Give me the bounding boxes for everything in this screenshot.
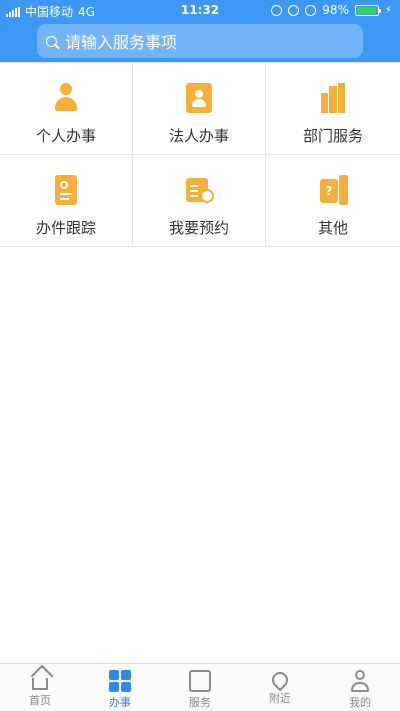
search-icon: [46, 35, 57, 47]
service-label: 办件跟踪: [35, 219, 96, 237]
service-department[interactable]: 部门服务: [266, 63, 400, 155]
other-icon: ?: [320, 175, 348, 205]
status-right: 98% ⚡: [271, 3, 392, 17]
tab-label: 服务: [189, 696, 211, 709]
legal-person-icon: [186, 83, 212, 113]
user-icon: [349, 670, 371, 692]
search-placeholder: 请输入服务事项: [65, 33, 178, 52]
calendar-icon: [186, 175, 214, 205]
tab-nearby[interactable]: 附近: [240, 664, 320, 711]
status-bar: 中国移动 4G 11:32 98% ⚡: [0, 0, 400, 20]
tracking-icon: [53, 175, 79, 205]
tab-service[interactable]: 服务: [160, 664, 240, 711]
service-personal[interactable]: 个人办事: [0, 63, 133, 155]
tab-label: 我的: [349, 696, 371, 709]
lock-rotation-icon: [271, 4, 283, 16]
service-grid: 个人办事 法人办事 部门服务 办件跟踪 我要预约 ? 其他: [0, 62, 400, 247]
apps-icon: [109, 670, 131, 692]
home-icon: [30, 664, 54, 690]
location-icon: [268, 668, 292, 692]
battery-icon: [354, 4, 381, 16]
battery-percent: 98%: [322, 3, 349, 17]
service-icon: [189, 670, 211, 692]
alarm-icon: [288, 4, 300, 16]
tab-home[interactable]: 首页: [0, 664, 80, 711]
tab-mine[interactable]: 我的: [320, 664, 400, 711]
tab-label: 附近: [269, 692, 291, 705]
person-icon: [53, 83, 79, 113]
search-input[interactable]: 请输入服务事项: [37, 24, 363, 58]
service-appointment[interactable]: 我要预约: [133, 155, 266, 247]
tab-label: 首页: [29, 694, 51, 707]
service-label: 部门服务: [302, 127, 363, 145]
tab-affairs[interactable]: 办事: [80, 664, 160, 711]
service-label: 个人办事: [35, 127, 96, 145]
charging-icon: ⚡: [384, 4, 392, 16]
service-label: 我要预约: [168, 219, 229, 237]
header: 中国移动 4G 11:32 98% ⚡ 请输入服务事项: [0, 0, 400, 62]
service-label: 其他: [317, 219, 348, 237]
service-tracking[interactable]: 办件跟踪: [0, 155, 133, 247]
service-legal-person[interactable]: 法人办事: [133, 63, 266, 155]
headphones-icon: [305, 4, 317, 16]
bottom-tab-bar: 首页 办事 服务 附近 我的: [0, 663, 400, 711]
service-label: 法人办事: [168, 127, 229, 145]
building-icon: [320, 83, 346, 113]
service-other[interactable]: ? 其他: [266, 155, 400, 247]
tab-label: 办事: [109, 696, 131, 709]
